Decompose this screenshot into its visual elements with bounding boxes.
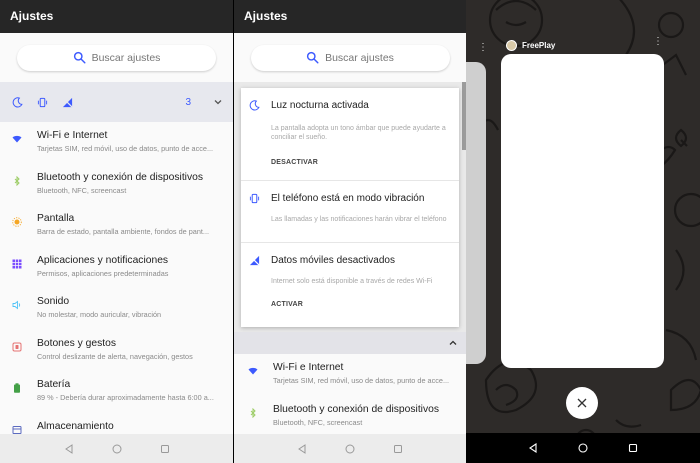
settings-item-wifi[interactable]: Wi-Fi e Internet Tarjetas SIM, red móvil,… (0, 122, 233, 164)
item-title: Botones y gestos (37, 337, 116, 349)
card-description: La pantalla adopta un tono ámbar que pue… (271, 125, 446, 142)
brightness-icon (12, 217, 24, 227)
item-subtitle: Tarjetas SIM, red móvil, uso de datos, p… (37, 144, 214, 153)
suggestion-count: 3 (185, 96, 191, 108)
chevron-up-icon[interactable] (448, 338, 458, 348)
suggestion-card-vibration[interactable]: El teléfono está en modo vibración Las l… (241, 181, 459, 243)
vibrate-icon (249, 193, 260, 204)
settings-item-bluetooth[interactable]: Bluetooth y conexión de dispositivos Blue… (234, 396, 466, 438)
page-title: Ajustes (234, 0, 466, 33)
vibrate-icon (37, 97, 48, 108)
mobile-data-off-icon (249, 255, 260, 266)
settings-item-battery[interactable]: Batería 89 % - Debería durar aproximadame… (0, 371, 233, 413)
home-icon[interactable] (112, 444, 122, 454)
bluetooth-icon (248, 408, 260, 418)
search-placeholder: Buscar ajustes (325, 51, 394, 64)
item-subtitle: Control deslizante de alerta, navegación… (37, 351, 193, 361)
close-icon (577, 398, 587, 408)
item-title: Aplicaciones y notificaciones (37, 254, 169, 266)
item-subtitle: No molestar, modo auricular, vibración (37, 310, 162, 319)
settings-list: Wi-Fi e Internet Tarjetas SIM, red móvil,… (234, 354, 466, 438)
home-icon[interactable] (345, 444, 355, 454)
item-subtitle: Bluetooth, NFC, screencast (273, 418, 363, 427)
card-title: El teléfono está en modo vibración (271, 193, 425, 204)
search-placeholder: Buscar ajustes (91, 51, 161, 64)
page-title: Ajustes (0, 0, 233, 33)
close-all-button[interactable] (566, 387, 598, 419)
settings-panel-2: Ajustes Buscar ajustes Luz nocturna acti… (234, 0, 466, 463)
item-subtitle: Permisos, aplicaciones predeterminadas (37, 268, 169, 278)
collapse-suggestions-bar[interactable] (234, 332, 466, 354)
search-input[interactable]: Buscar ajustes (250, 44, 450, 71)
settings-item-sound[interactable]: Sonido No molestar, modo auricular, vibra… (0, 288, 233, 330)
activate-button[interactable]: ACTIVAR (271, 301, 449, 320)
item-title: Almacenamiento (37, 420, 114, 432)
item-subtitle: Barra de estado, pantalla ambiente, fond… (37, 227, 210, 236)
navigation-bar (466, 433, 700, 463)
suggestion-card-mobile-data[interactable]: Datos móviles desactivados Internet solo… (241, 243, 459, 327)
item-title: Wi-Fi e Internet (37, 130, 108, 141)
navigation-bar (0, 434, 233, 463)
settings-item-gestures[interactable]: Botones y gestos Control deslizante de al… (0, 329, 233, 371)
search-area: Buscar ajustes (234, 33, 466, 82)
recents-icon[interactable] (393, 444, 403, 454)
item-subtitle: 89 % - Debería durar aproximadamente has… (37, 393, 214, 402)
mobile-data-off-icon (62, 96, 73, 108)
app-preview-card[interactable] (501, 54, 664, 368)
card-title: Luz nocturna activada (271, 100, 369, 111)
settings-list: Wi-Fi e Internet Tarjetas SIM, red móvil,… (0, 122, 233, 454)
search-icon (73, 51, 86, 64)
back-icon[interactable] (297, 443, 307, 454)
storage-icon (12, 425, 24, 435)
item-title: Batería (37, 379, 71, 390)
settings-item-display[interactable]: Pantalla Barra de estado, pantalla ambien… (0, 205, 233, 247)
more-options-icon[interactable]: ⋮ (653, 37, 663, 47)
search-input[interactable]: Buscar ajustes (17, 44, 216, 71)
recents-icon[interactable] (160, 444, 170, 454)
apps-icon (12, 259, 24, 269)
deactivate-button[interactable]: DESACTIVAR (271, 159, 449, 178)
settings-item-apps[interactable]: Aplicaciones y notificaciones Permisos, a… (0, 246, 233, 288)
chevron-down-icon[interactable] (213, 97, 223, 107)
card-title: Datos móviles desactivados (271, 255, 395, 266)
sound-icon (12, 300, 24, 310)
moon-icon (249, 100, 260, 111)
settings-item-bluetooth[interactable]: Bluetooth y conexión de dispositivos Blue… (0, 163, 233, 205)
suggestions-bar[interactable]: 3 (0, 82, 233, 122)
more-options-icon[interactable]: ⋮ (478, 42, 488, 53)
card-description: Las llamadas y las notificaciones harán … (271, 216, 447, 223)
item-subtitle: Tarjetas SIM, red móvil, uso de datos, p… (273, 376, 450, 385)
back-icon[interactable] (528, 443, 538, 453)
recents-icon[interactable] (628, 443, 638, 453)
battery-icon (12, 383, 24, 393)
navigation-bar (234, 434, 466, 463)
settings-panel-1: Ajustes Buscar ajustes 3 Wi-Fi e Interne… (0, 0, 233, 463)
suggestion-cards: Luz nocturna activada La pantalla adopta… (241, 88, 459, 327)
wifi-icon (248, 366, 260, 376)
moon-icon (12, 96, 23, 108)
item-subtitle: Bluetooth, NFC, screencast (37, 185, 127, 195)
recents-panel: FreePlay ⋮ (466, 0, 700, 463)
previous-app-card[interactable] (466, 62, 486, 364)
app-card-header: FreePlay (506, 40, 555, 51)
item-title: Sonido (37, 296, 70, 307)
item-title: Bluetooth y conexión de dispositivos (37, 171, 203, 183)
bluetooth-icon (12, 175, 24, 186)
gestures-icon (12, 342, 24, 352)
search-area: Buscar ajustes (0, 33, 233, 82)
suggestion-card-night-light[interactable]: Luz nocturna activada La pantalla adopta… (241, 88, 459, 181)
wifi-icon (12, 134, 24, 144)
settings-item-wifi[interactable]: Wi-Fi e Internet Tarjetas SIM, red móvil,… (234, 354, 466, 396)
app-name: FreePlay (522, 41, 556, 50)
back-icon[interactable] (64, 443, 74, 454)
home-icon[interactable] (578, 443, 588, 453)
app-icon (506, 40, 517, 51)
search-icon (306, 51, 319, 64)
item-title: Bluetooth y conexión de dispositivos (273, 404, 439, 415)
item-title: Pantalla (37, 213, 75, 224)
card-description: Internet solo está disponible a través d… (271, 278, 433, 285)
item-title: Wi-Fi e Internet (273, 362, 344, 373)
